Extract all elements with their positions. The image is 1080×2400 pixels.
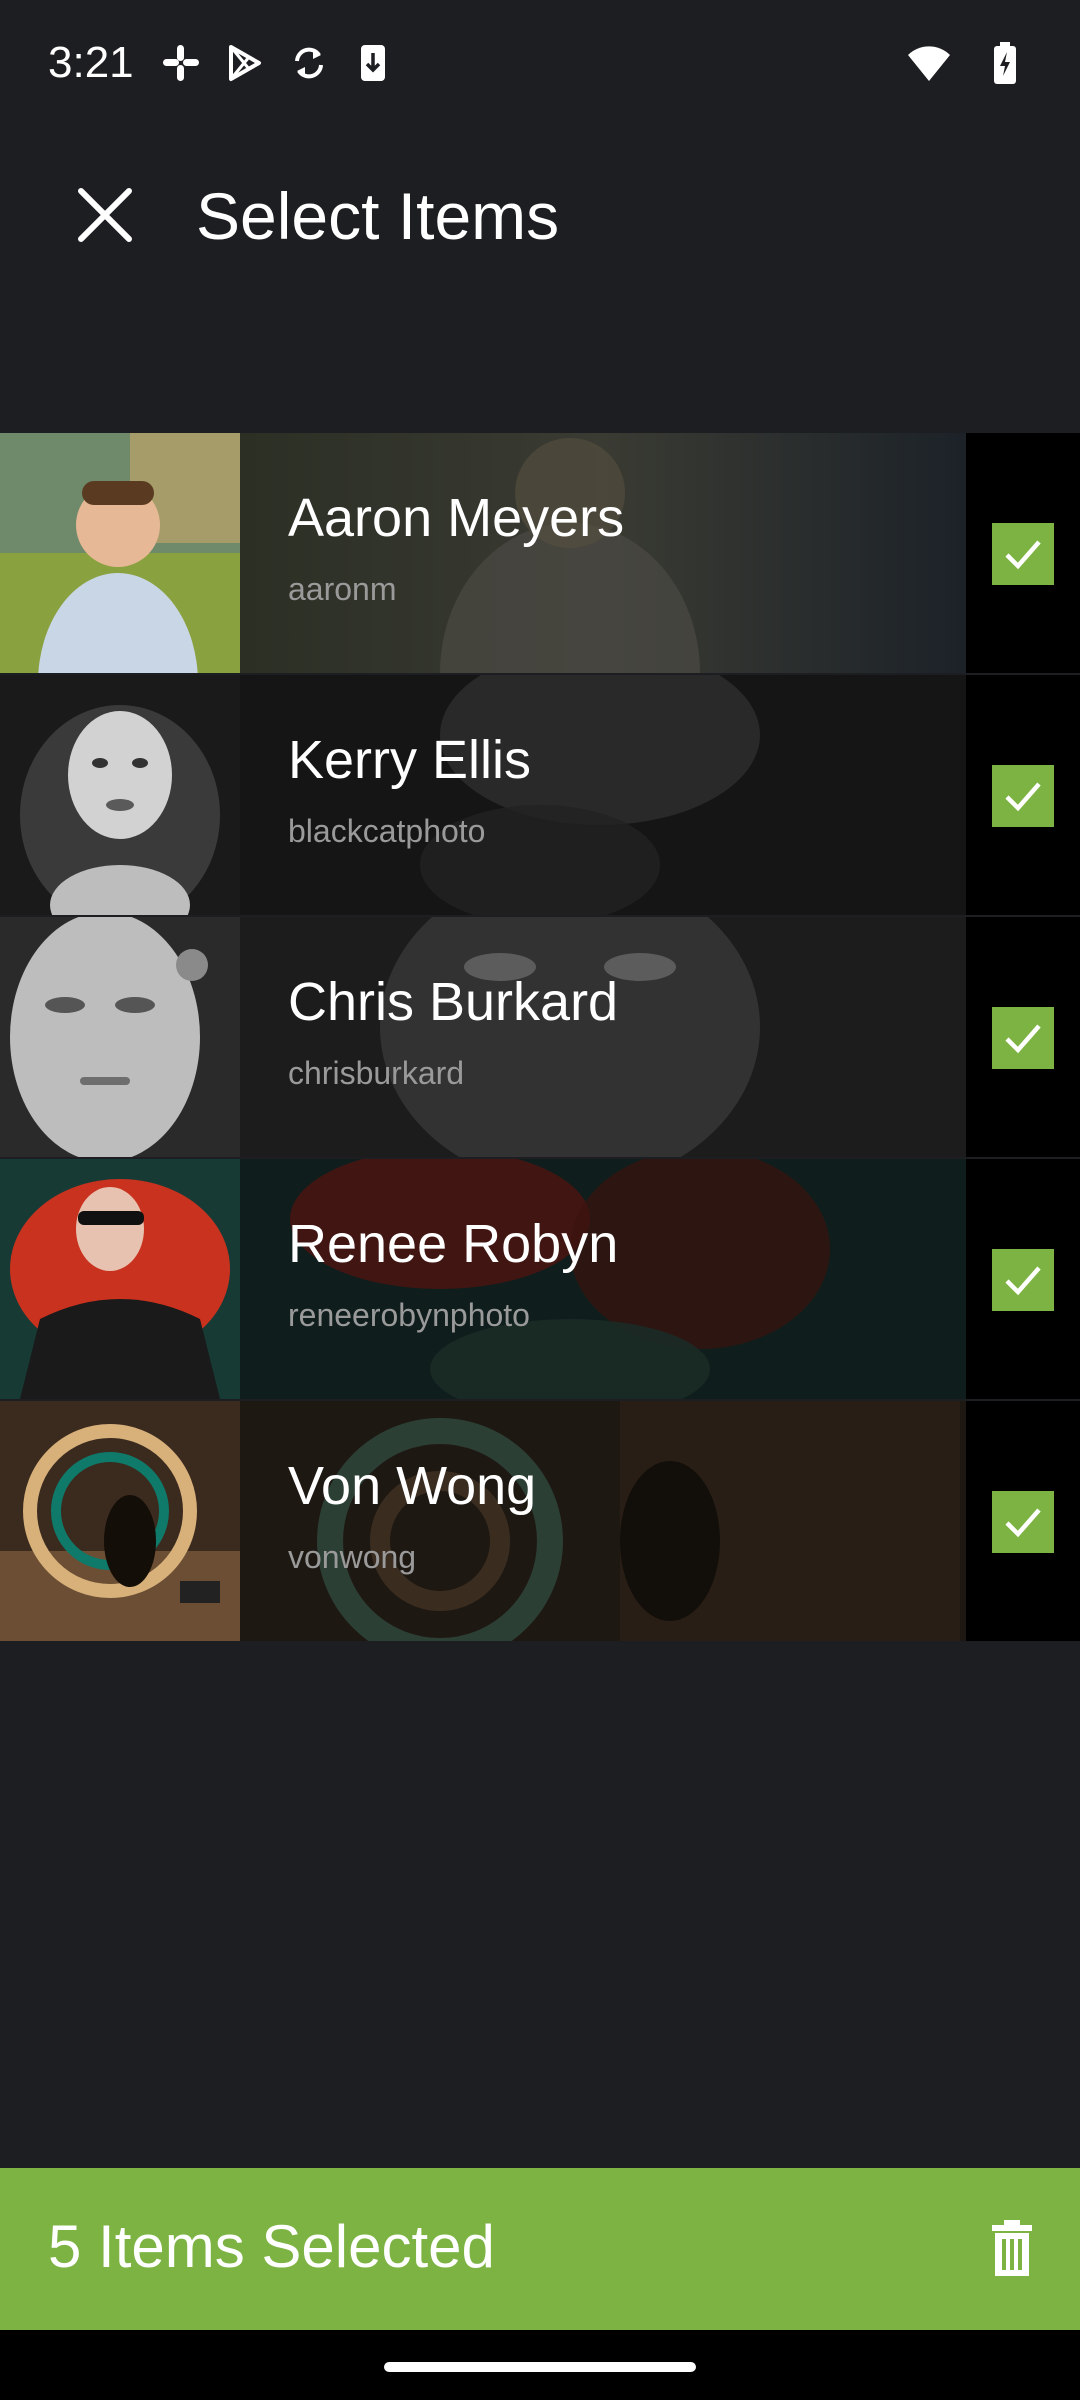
item-checkbox[interactable] — [992, 1007, 1054, 1069]
check-icon — [1005, 1508, 1041, 1538]
selection-bar: 5 Items Selected — [0, 2168, 1080, 2330]
item-name: Kerry Ellis — [288, 730, 532, 790]
navigation-bar — [0, 2330, 1080, 2400]
list-item[interactable]: Von Wong vonwong — [0, 1401, 1080, 1641]
status-bar: 3:21 — [0, 0, 1080, 130]
item-username: blackcatphoto — [288, 813, 486, 849]
home-gesture-handle[interactable] — [384, 2362, 696, 2372]
play-store-icon — [224, 42, 266, 84]
item-name: Von Wong — [288, 1456, 537, 1516]
selection-list: Aaron Meyers aaronm Kerry Ellis blackcat… — [0, 433, 1080, 1643]
page-title: Select Items — [196, 179, 560, 253]
system-icons — [906, 42, 1028, 84]
avatar — [0, 1159, 240, 1399]
item-username: aaronm — [288, 571, 397, 607]
delete-button[interactable] — [980, 2216, 1044, 2280]
download-icon — [352, 42, 394, 84]
item-checkbox[interactable] — [992, 1491, 1054, 1553]
row-background-image — [240, 675, 966, 915]
check-icon — [1005, 1024, 1041, 1054]
avatar — [0, 917, 240, 1157]
row-background-image — [240, 1401, 966, 1641]
item-name: Renee Robyn — [288, 1214, 619, 1274]
list-item[interactable]: Aaron Meyers aaronm — [0, 433, 1080, 673]
avatar — [0, 675, 240, 915]
app-bar: Select Items — [0, 130, 1080, 300]
check-icon — [1005, 782, 1041, 812]
close-button[interactable] — [60, 170, 150, 260]
status-time: 3:21 — [48, 38, 134, 87]
check-icon — [1005, 1266, 1041, 1296]
slack-icon — [160, 42, 202, 84]
battery-charging-icon — [982, 42, 1028, 84]
row-background-image — [240, 917, 966, 1157]
item-checkbox[interactable] — [992, 523, 1054, 585]
row-background-image — [240, 1159, 966, 1399]
wifi-icon — [906, 42, 952, 84]
list-item[interactable]: Kerry Ellis blackcatphoto — [0, 675, 1080, 915]
item-name: Aaron Meyers — [288, 488, 625, 548]
sync-icon — [288, 42, 330, 84]
row-background-image — [240, 433, 966, 673]
avatar — [0, 433, 240, 673]
close-icon — [78, 188, 132, 242]
trash-icon — [992, 2220, 1032, 2276]
item-username: chrisburkard — [288, 1055, 465, 1091]
check-icon — [1005, 540, 1041, 570]
list-item[interactable]: Renee Robyn reneerobynphoto — [0, 1159, 1080, 1399]
notification-icons — [160, 42, 394, 84]
item-checkbox[interactable] — [992, 1249, 1054, 1311]
item-name: Chris Burkard — [288, 972, 619, 1032]
list-item[interactable]: Chris Burkard chrisburkard — [0, 917, 1080, 1157]
selected-count-label: 5 Items Selected — [48, 2213, 495, 2280]
item-checkbox[interactable] — [992, 765, 1054, 827]
avatar — [0, 1401, 240, 1641]
item-username: reneerobynphoto — [288, 1297, 530, 1333]
item-username: vonwong — [288, 1539, 417, 1575]
